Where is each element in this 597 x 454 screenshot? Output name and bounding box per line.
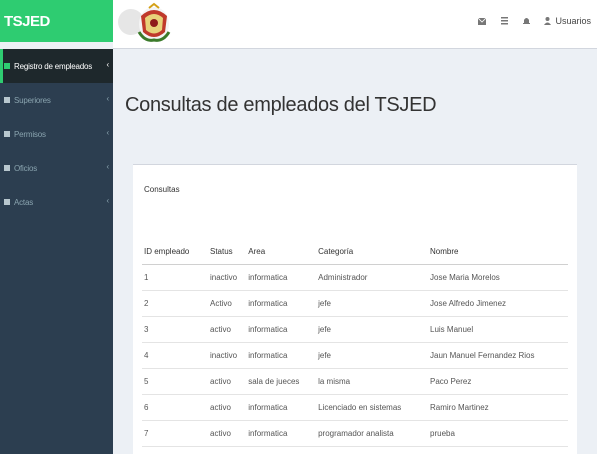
- chevron-left-icon: ‹: [106, 196, 110, 205]
- chevron-left-icon: ‹: [106, 60, 110, 69]
- cell-nombre: Paco Perez: [428, 368, 568, 395]
- cell-status: activo: [208, 316, 247, 343]
- cell-status: activo: [208, 420, 247, 447]
- sidebar-item-actas[interactable]: Actas ‹: [0, 185, 113, 219]
- cell-area: informatica: [246, 420, 317, 447]
- main-content: Consultas de empleados del TSJED Consult…: [113, 50, 597, 454]
- user-icon: [544, 17, 552, 25]
- envelope-icon[interactable]: [478, 17, 487, 25]
- cell-area: informatica: [246, 394, 317, 421]
- cell-area: informatica: [246, 264, 317, 291]
- cell-nombre: prueba: [428, 420, 568, 447]
- sidebar-item-oficios[interactable]: Oficios ‹: [0, 151, 113, 185]
- user-menu-label: Usuarios: [555, 16, 591, 26]
- cell-categoria: programador analista: [316, 420, 428, 447]
- table-row[interactable]: 4 inactivo informatica jefe Jaun Manuel …: [142, 342, 568, 369]
- cell-nombre: Luis Manuel: [428, 316, 568, 343]
- menu-icon: [4, 131, 10, 137]
- cell-status: Activo: [208, 290, 247, 317]
- chevron-left-icon: ‹: [106, 94, 110, 103]
- cell-status: activo: [208, 394, 247, 421]
- sidebar-item-superiores[interactable]: Superiores ‹: [0, 83, 113, 117]
- cell-categoria: la misma: [316, 368, 428, 395]
- menu-icon: [4, 97, 10, 103]
- menu-icon: [4, 165, 10, 171]
- bell-icon[interactable]: [522, 17, 530, 25]
- cell-id: 5: [142, 368, 208, 395]
- cell-nombre: Jaun Manuel Fernandez Rios: [428, 342, 568, 369]
- sidebar-item-registro-de-empleados[interactable]: Registro de empleados ‹: [0, 49, 113, 83]
- consultas-box: Consultas ID empleado Status Area Catego…: [133, 164, 577, 454]
- column-header[interactable]: Nombre: [428, 240, 568, 265]
- column-header[interactable]: ID empleado: [142, 240, 208, 265]
- cell-status: activo: [208, 368, 247, 395]
- table-row[interactable]: 5 activo sala de jueces la misma Paco Pe…: [142, 368, 568, 395]
- sidebar-item-label: Permisos: [14, 129, 46, 139]
- user-menu[interactable]: Usuarios: [544, 16, 591, 26]
- column-header[interactable]: Categoría: [316, 240, 428, 265]
- cell-status: inactivo: [208, 342, 247, 369]
- cell-id: 6: [142, 394, 208, 421]
- cell-id: 3: [142, 316, 208, 343]
- employees-table: ID empleado Status Area Categoría Nombre…: [142, 240, 568, 447]
- cell-categoria: Administrador: [316, 264, 428, 291]
- cell-id: 1: [142, 264, 208, 291]
- cell-id: 4: [142, 342, 208, 369]
- sidebar: Registro de empleados ‹ Superiores ‹ Per…: [0, 49, 113, 454]
- cell-area: sala de jueces: [246, 368, 317, 395]
- cell-categoria: jefe: [316, 342, 428, 369]
- sidebar-item-label: Registro de empleados: [14, 61, 93, 71]
- cell-categoria: jefe: [316, 290, 428, 317]
- table-row[interactable]: 3 activo informatica jefe Luis Manuel: [142, 316, 568, 343]
- court-seal-logo: [137, 2, 171, 42]
- cell-nombre: Jose Maria Morelos: [428, 264, 568, 291]
- cell-categoria: jefe: [316, 316, 428, 343]
- table-row[interactable]: 7 activo informatica programador analist…: [142, 420, 568, 447]
- sidebar-item-label: Superiores: [14, 95, 51, 105]
- cell-id: 7: [142, 420, 208, 447]
- chevron-left-icon: ‹: [106, 128, 110, 137]
- cell-nombre: Ramiro Martinez: [428, 394, 568, 421]
- cell-area: informatica: [246, 342, 317, 369]
- cell-categoria: Licenciado en sistemas: [316, 394, 428, 421]
- sidebar-item-label: Actas: [14, 197, 34, 207]
- table-header-row: ID empleado Status Area Categoría Nombre: [142, 240, 568, 265]
- cell-area: informatica: [246, 290, 317, 317]
- cell-nombre: Jose Alfredo Jimenez: [428, 290, 568, 317]
- menu-icon: [4, 63, 10, 69]
- column-header[interactable]: Area: [246, 240, 317, 265]
- table-row[interactable]: 1 inactivo informatica Administrador Jos…: [142, 264, 568, 291]
- table-row[interactable]: 2 Activo informatica jefe Jose Alfredo J…: [142, 290, 568, 317]
- box-title: Consultas: [144, 185, 180, 194]
- top-navbar: Usuarios: [113, 0, 597, 49]
- brand-logo-text[interactable]: TSJED: [0, 0, 113, 42]
- page-title: Consultas de empleados del TSJED: [125, 94, 437, 116]
- cell-status: inactivo: [208, 264, 247, 291]
- list-icon[interactable]: [500, 17, 508, 25]
- top-right-icons: Usuarios: [478, 0, 591, 42]
- sidebar-item-permisos[interactable]: Permisos ‹: [0, 117, 113, 151]
- column-header[interactable]: Status: [208, 240, 247, 265]
- cell-area: informatica: [246, 316, 317, 343]
- cell-id: 2: [142, 290, 208, 317]
- menu-icon: [4, 199, 10, 205]
- chevron-left-icon: ‹: [106, 162, 110, 171]
- sidebar-item-label: Oficios: [14, 163, 38, 173]
- table-row[interactable]: 6 activo informatica Licenciado en siste…: [142, 394, 568, 421]
